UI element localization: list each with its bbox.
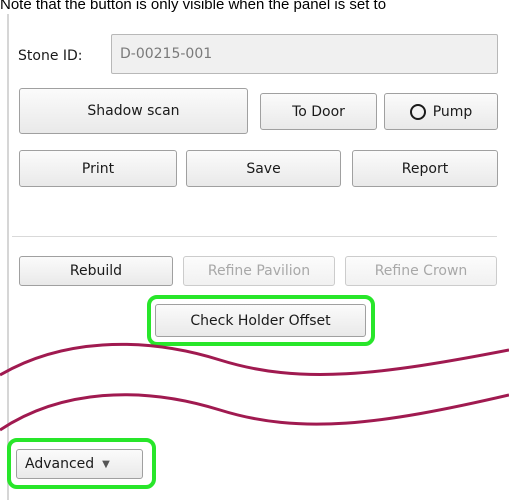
save-label: Save [246,160,281,177]
caret-down-icon: ▼ [102,458,110,470]
shadow-scan-button[interactable]: Shadow scan [19,88,248,134]
stone-id-label: Stone ID: [18,48,83,64]
pump-label: Pump [432,103,473,120]
circle-icon [409,103,426,120]
to-door-button[interactable]: To Door [260,93,377,130]
wave-line-bottom [0,393,509,432]
refine-pavilion-label: Refine Pavilion [207,263,311,279]
to-door-label: To Door [292,103,345,120]
refine-pavilion-button[interactable]: Refine Pavilion [183,256,335,286]
advanced-dropdown-button[interactable]: Advanced ▼ [16,449,143,479]
separator-line [12,236,497,237]
check-holder-offset-label: Check Holder Offset [190,312,331,329]
rebuild-label: Rebuild [69,263,123,279]
refine-crown-button[interactable]: Refine Crown [345,256,497,286]
advanced-label: Advanced [25,456,95,472]
stone-id-field[interactable]: D-00215-001 [111,34,498,74]
print-button[interactable]: Print [19,150,177,187]
report-label: Report [401,160,449,177]
instruction-note: Note that the button is only visible whe… [0,0,387,13]
refine-crown-label: Refine Crown [374,263,468,279]
print-label: Print [81,160,115,177]
pump-button[interactable]: Pump [384,93,498,130]
rebuild-button[interactable]: Rebuild [19,256,173,286]
wave-line-top [0,342,509,377]
shadow-scan-label: Shadow scan [87,103,180,119]
report-button[interactable]: Report [352,150,498,187]
save-button[interactable]: Save [186,150,341,187]
